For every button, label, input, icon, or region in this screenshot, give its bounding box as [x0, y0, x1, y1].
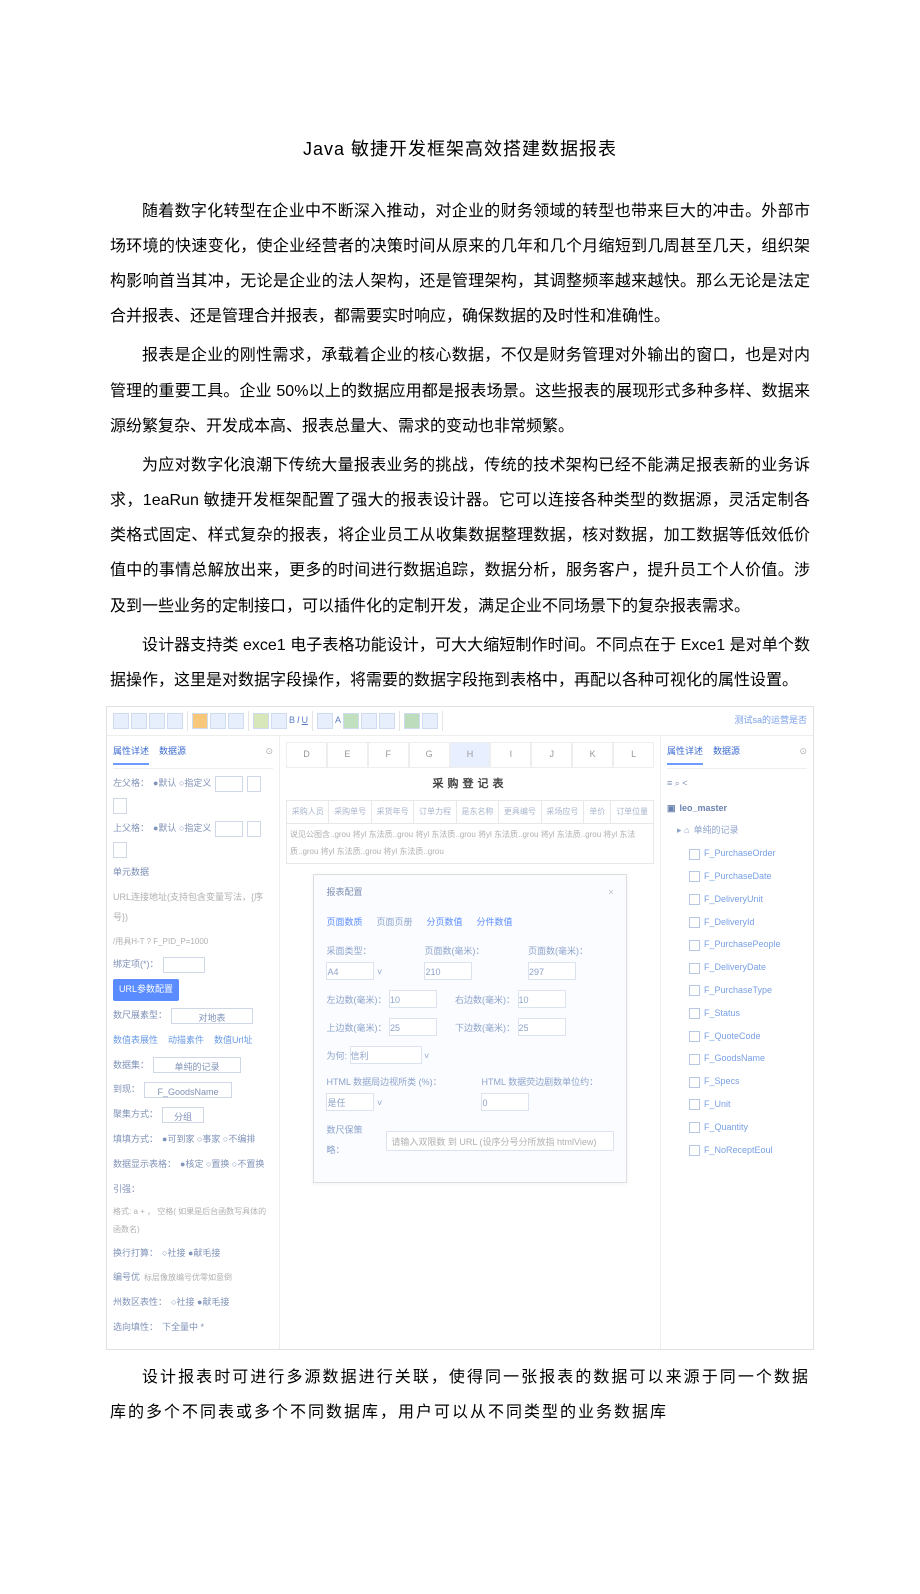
right-tab-1[interactable]: 属性详述 — [667, 742, 703, 765]
dlg-tab-4[interactable]: 分件数值 — [477, 913, 513, 933]
tree-item[interactable]: F_PurchaseOrder — [689, 844, 807, 864]
link-num-table[interactable]: 数值表展性 — [113, 1031, 158, 1051]
paragraph-3: 为应对数字化浪潮下传统大量报表业务的挑战，传统的技术架构已经不能满足报表新的业务… — [110, 448, 810, 624]
tree-item[interactable]: F_GoodsName — [689, 1049, 807, 1069]
page-type-select[interactable]: A4 — [326, 962, 374, 980]
paragraph-1: 随着数字化转型在企业中不断深入推动，对企业的财务领域的转型也带来巨大的冲击。外部… — [110, 194, 810, 335]
tree-group[interactable]: ▸ ⌂ 单纯的记录 — [667, 821, 807, 841]
policy-url-input[interactable]: 请输入双限数 到 URL (设序分号分所放指 htmlView) — [386, 1131, 613, 1151]
left-margin-input[interactable]: 10 — [389, 990, 437, 1008]
paragraph-2: 报表是企业的刚性需求，承载着企业的核心数据，不仅是财务管理对外输出的窗口，也是对… — [110, 338, 810, 444]
paragraph-5: 设计报表时可进行多源数据进行关联，使得同一张报表的数据可以来源于同一个数据库的多… — [110, 1360, 810, 1430]
collapse-icon[interactable]: ⊙ — [799, 742, 807, 765]
tree-item[interactable]: F_DeliveryDate — [689, 958, 807, 978]
link-url[interactable]: 数值Url址 — [214, 1031, 253, 1051]
sheet-title: 采购登记表 — [286, 768, 654, 800]
url-param-config-button[interactable]: URL参数配置 — [113, 979, 179, 1001]
bottom-margin-input[interactable]: 25 — [518, 1018, 566, 1036]
right-margin-input[interactable]: 10 — [518, 990, 566, 1008]
paragraph-4: 设计器支持类 exce1 电子表格功能设计，可大大缩短制作时间。不同点在于 Ex… — [110, 628, 810, 698]
html-side-select[interactable]: 是任 — [326, 1093, 374, 1111]
tree-item[interactable]: F_DeliveryId — [689, 913, 807, 933]
tree-item[interactable]: F_PurchaseDate — [689, 867, 807, 887]
tree-item[interactable]: F_PurchasePeople — [689, 935, 807, 955]
right-tree-panel: 属性详述 数据源 ⊙ ≡ ⌕ < ▣ leo_master ▸ ⌂ 单纯的记录 … — [660, 736, 813, 1349]
collapse-icon[interactable]: ⊙ — [265, 742, 273, 765]
data-table: 采购人员采购单号采货年号订单力程是东名称更具编号采场应号单价订单位量 说见公图含… — [286, 800, 654, 864]
right-icon-row: ≡ ⌕ < — [667, 774, 807, 794]
left-property-panel: 属性详述 数据源 ⊙ 左父格：●默认 ○指定义 上父格：●默认 ○指定义 单元数… — [107, 736, 280, 1349]
right-tab-2[interactable]: 数据源 — [713, 742, 740, 765]
left-tab-datasource[interactable]: 数据源 — [159, 742, 186, 765]
tree-item[interactable]: F_Quantity — [689, 1118, 807, 1138]
html-unit-input[interactable]: 0 — [481, 1093, 529, 1111]
column-headers: DEFGHIJKL — [286, 742, 654, 768]
link-action[interactable]: 动描素件 — [168, 1031, 204, 1051]
page-width-input[interactable]: 210 — [424, 962, 472, 980]
tree-item[interactable]: F_Unit — [689, 1095, 807, 1115]
tree-item[interactable]: F_NoReceptEoul — [689, 1141, 807, 1161]
toolbar-right-label: 测试sa的运营是否 — [734, 711, 807, 731]
page-title: Java 敏捷开发框架高效搭建数据报表 — [110, 130, 810, 170]
dlg-tab-1[interactable]: 页面数质 — [326, 913, 362, 933]
tree-item[interactable]: F_Status — [689, 1004, 807, 1024]
tree-item[interactable]: F_QuoteCode — [689, 1027, 807, 1047]
left-tab-props[interactable]: 属性详述 — [113, 742, 149, 765]
embedded-app-screenshot: BIU A 测试sa的运营是否 属性详述 数据源 ⊙ 左父格：●默认 ○指定义 … — [106, 706, 814, 1350]
dlg-tab-2[interactable]: 页面页册 — [377, 913, 413, 933]
tree-item[interactable]: F_DeliveryUnit — [689, 890, 807, 910]
toolbar: BIU A 测试sa的运营是否 — [107, 707, 813, 736]
page-height-input[interactable]: 297 — [528, 962, 576, 980]
tree-item[interactable]: F_Specs — [689, 1072, 807, 1092]
top-margin-input[interactable]: 25 — [389, 1018, 437, 1036]
tree-item[interactable]: F_PurchaseType — [689, 981, 807, 1001]
dialog-title: 报表配置 — [326, 883, 362, 907]
sheet-area: DEFGHIJKL 采购登记表 采购人员采购单号采货年号订单力程是东名称更具编号… — [280, 736, 660, 1349]
page-config-dialog: 报表配置 × 页面数质 页面页册 分页数值 分件数值 采面类型： A4 ˅ 页面… — [313, 874, 626, 1183]
orientation-select[interactable]: 信利 — [350, 1046, 422, 1064]
dlg-tab-3[interactable]: 分页数值 — [427, 913, 463, 933]
close-icon[interactable]: × — [608, 883, 613, 907]
tree-root[interactable]: ▣ leo_master — [667, 799, 807, 819]
